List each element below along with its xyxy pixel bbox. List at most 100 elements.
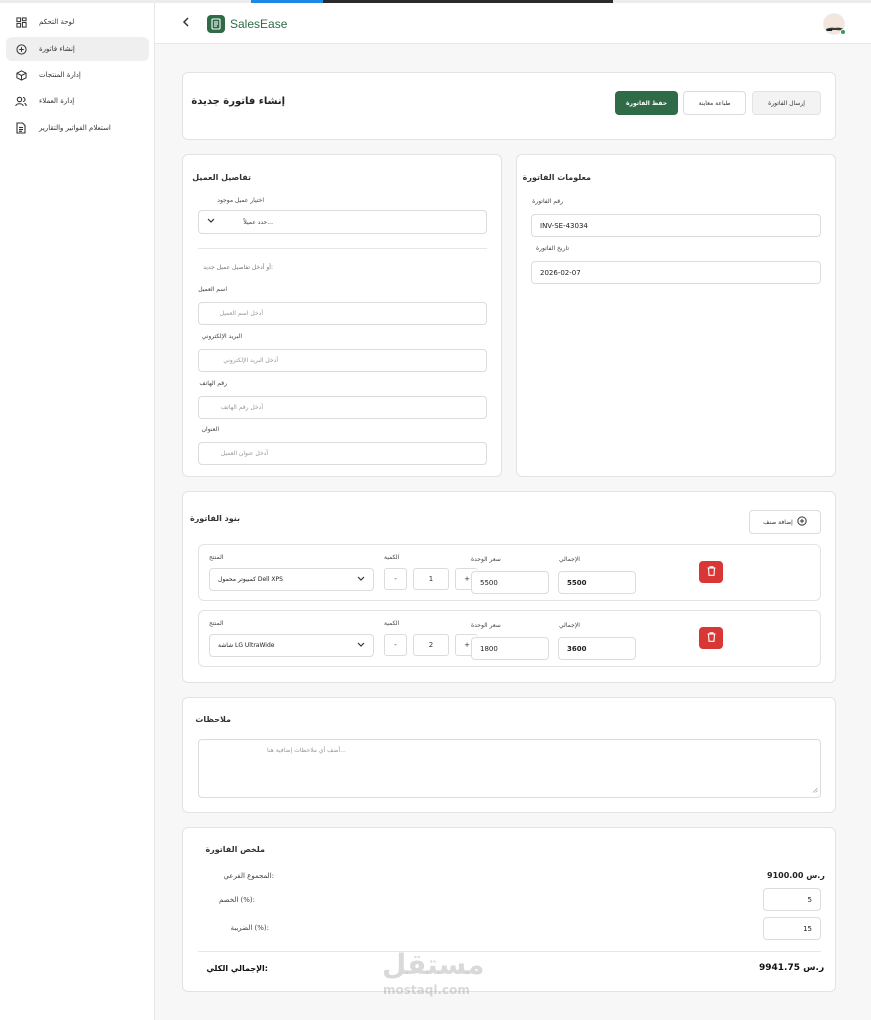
quantity-decrement-button[interactable]: - [384,634,407,656]
sidebar-item-create-invoice[interactable]: إنشاء فاتورة [6,37,149,61]
divider [198,248,487,249]
unit-price-label: سعر الوحدة [471,556,501,563]
chevron-down-icon [357,642,365,650]
invoice-date-label: تاريخ الفاتورة [535,245,569,252]
sidebar-item-customers[interactable]: إدارة العملاء [6,89,149,113]
dashboard-icon [15,16,27,28]
chevron-down-icon [207,218,215,226]
quantity-input[interactable]: 1 [413,568,449,590]
sidebar-item-label: إدارة المنتجات [39,71,81,79]
table-row: المنتج كمبيوتر محمول Dell XPS الكمية - 1… [198,544,821,601]
trash-icon [707,632,716,644]
summary-title: ملخص الفاتورة [205,845,265,854]
grand-total-value: ر.س 9941.75 [759,963,825,973]
box-icon [15,69,27,81]
resize-handle-icon[interactable] [812,787,818,795]
chevron-left-icon[interactable] [180,16,192,28]
client-section-title: تفاصيل العميل [192,173,251,182]
client-address-placeholder: أدخل عنوان العميل [220,450,268,457]
sidebar-item-products[interactable]: إدارة المنتجات [6,63,149,87]
sidebar-item-label: إنشاء فاتورة [39,45,75,53]
subtotal-value: ر.س 9100.00 [767,871,825,880]
plus-circle-icon [15,43,27,55]
new-client-hint: أو أدخل تفاصيل عميل جديد: [203,264,273,271]
quantity-label: الكمية [384,620,400,627]
sidebar-item-label: استعلام الفواتير والتقارير [39,124,111,132]
unit-price-input[interactable]: 5500 [471,571,549,594]
invoice-info-card: معلومات الفاتورة رقم الفاتورة INV-SE-430… [516,154,836,477]
users-icon [15,95,27,107]
client-address-label: العنوان [201,426,219,433]
invoice-items-card: بنود الفاتورة إضافة صنف المنتج كمبيوتر م… [182,491,836,683]
notes-card: ملاحظات أضف أي ملاحظات إضافية هنا... [182,697,836,813]
client-phone-field[interactable]: أدخل رقم الهاتف [198,396,487,419]
client-email-label: البريد الإلكتروني [201,333,242,340]
watermark-url: mostaql.com [383,983,470,997]
watermark-logo: مستقل [382,948,485,981]
discount-input[interactable]: 5 [763,888,821,911]
sidebar-item-reports[interactable]: استعلام الفواتير والتقارير [6,116,149,140]
client-phone-placeholder: أدخل رقم الهاتف [220,404,263,411]
table-row: المنتج شاشة LG UltraWide الكمية - 2 + سع… [198,610,821,667]
sidebar-item-label: لوحة التحكم [39,18,75,26]
product-value: شاشة LG UltraWide [218,642,275,649]
existing-client-value: حدد عميلاً... [243,218,273,226]
quantity-label: الكمية [384,554,400,561]
delete-item-button[interactable] [699,561,723,583]
add-item-label: إضافة صنف [763,518,793,526]
client-details-card: تفاصيل العميل اختيار عميل موجود حدد عميل… [182,154,502,477]
save-invoice-button[interactable]: حفظ الفاتورة [615,91,678,115]
invoice-number-label: رقم الفاتورة [532,198,563,205]
divider [198,951,821,952]
client-phone-label: رقم الهاتف [199,380,227,387]
notes-title: ملاحظات [195,715,231,724]
invoice-date-field[interactable]: 2026-02-07 [531,261,821,284]
line-total-value: 3600 [558,637,636,660]
product-label: المنتج [209,554,224,561]
client-name-field[interactable]: أدخل اسم العميل [198,302,487,325]
invoice-info-title: معلومات الفاتورة [522,173,591,182]
document-icon [15,122,27,134]
add-item-button[interactable]: إضافة صنف [749,510,821,534]
notes-textarea[interactable]: أضف أي ملاحظات إضافية هنا... [198,739,821,798]
trash-icon [707,566,716,578]
existing-client-select[interactable]: حدد عميلاً... [198,210,487,234]
client-email-placeholder: أدخل البريد الإلكتروني [223,357,278,364]
chevron-down-icon [357,576,365,584]
print-preview-button[interactable]: طباعة معاينة [683,91,746,115]
brand-name: SalesEase [230,17,288,31]
items-section-title: بنود الفاتورة [189,514,240,523]
subtotal-label: المجموع الفرعي: [223,872,274,880]
product-select[interactable]: شاشة LG UltraWide [209,634,374,657]
product-value: كمبيوتر محمول Dell XPS [218,576,283,583]
top-header: SalesEase [155,3,871,44]
line-total-label: الإجمالي [559,556,580,563]
client-email-field[interactable]: أدخل البريد الإلكتروني [198,349,487,372]
tax-input[interactable]: 15 [763,917,821,940]
invoice-summary-card: ملخص الفاتورة المجموع الفرعي: ر.س 9100.0… [182,827,836,992]
client-name-placeholder: أدخل اسم العميل [219,310,263,317]
sidebar-item-label: إدارة العملاء [39,97,75,105]
line-total-label: الإجمالي [559,622,580,629]
quantity-input[interactable]: 2 [413,634,449,656]
page-title: إنشاء فاتورة جديدة [191,96,285,107]
existing-client-label: اختيار عميل موجود [217,197,264,204]
page-header-card: إنشاء فاتورة جديدة حفظ الفاتورة طباعة مع… [182,72,836,140]
invoice-number-field[interactable]: INV-SE-43034 [531,214,821,237]
client-name-label: اسم العميل [198,286,227,293]
grand-total-label: الإجمالي الكلي: [206,964,268,973]
unit-price-input[interactable]: 1800 [471,637,549,660]
discount-label: الخصم (%): [218,896,255,904]
unit-price-label: سعر الوحدة [471,622,501,629]
sidebar-item-dashboard[interactable]: لوحة التحكم [6,10,149,34]
quantity-decrement-button[interactable]: - [384,568,407,590]
plus-circle-icon [797,516,807,528]
online-status-dot [840,29,846,35]
client-address-field[interactable]: أدخل عنوان العميل [198,442,487,465]
send-invoice-button[interactable]: إرسال الفاتورة [752,91,821,115]
product-label: المنتج [209,620,224,627]
delete-item-button[interactable] [699,627,723,649]
product-select[interactable]: كمبيوتر محمول Dell XPS [209,568,374,591]
tax-label: الضريبة (%): [230,924,269,932]
notes-placeholder: أضف أي ملاحظات إضافية هنا... [267,747,346,754]
